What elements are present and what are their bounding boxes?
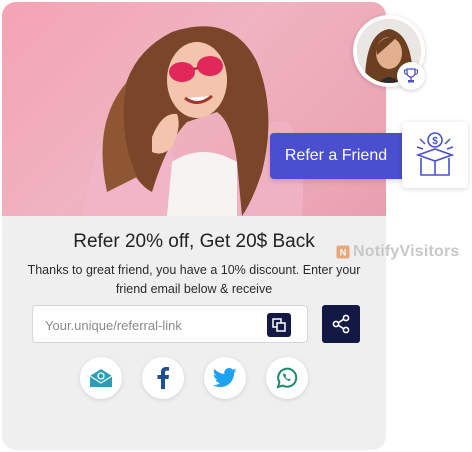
description-text: Thanks to great friend, you have a 10% d… (27, 263, 361, 296)
refer-a-friend-button[interactable]: Refer a Friend (270, 133, 402, 179)
award-badge (397, 62, 425, 90)
hero-woman-illustration (82, 26, 303, 216)
trophy-icon (403, 68, 419, 83)
share-whatsapp-button[interactable] (266, 357, 308, 399)
share-twitter-button[interactable] (204, 357, 246, 399)
svg-text:N: N (340, 248, 347, 258)
share-button[interactable] (322, 305, 360, 343)
copy-icon (272, 318, 286, 332)
share-email-button[interactable] (80, 357, 122, 399)
referral-link-field (32, 305, 308, 344)
gift-reward-button[interactable]: $ (402, 122, 468, 188)
headline: Refer 20% off, Get 20$ Back (73, 231, 315, 252)
twitter-icon (213, 368, 237, 387)
email-icon (89, 369, 113, 387)
gift-money-icon: $ (415, 132, 455, 176)
svg-text:$: $ (432, 136, 438, 147)
brand-logo-icon: N (336, 245, 350, 259)
facebook-icon (157, 367, 169, 389)
share-facebook-button[interactable] (142, 357, 184, 399)
referral-link-input[interactable] (43, 306, 267, 344)
share-icon (332, 314, 350, 334)
referral-widget-card: Refer 20% off, Get 20$ Back Thanks to gr… (2, 2, 386, 450)
brand-name: NotifyVisitors (353, 243, 460, 260)
brand-watermark: N NotifyVisitors (336, 242, 460, 262)
whatsapp-icon (276, 367, 298, 389)
copy-button[interactable] (267, 313, 291, 337)
hero-image (2, 2, 386, 216)
